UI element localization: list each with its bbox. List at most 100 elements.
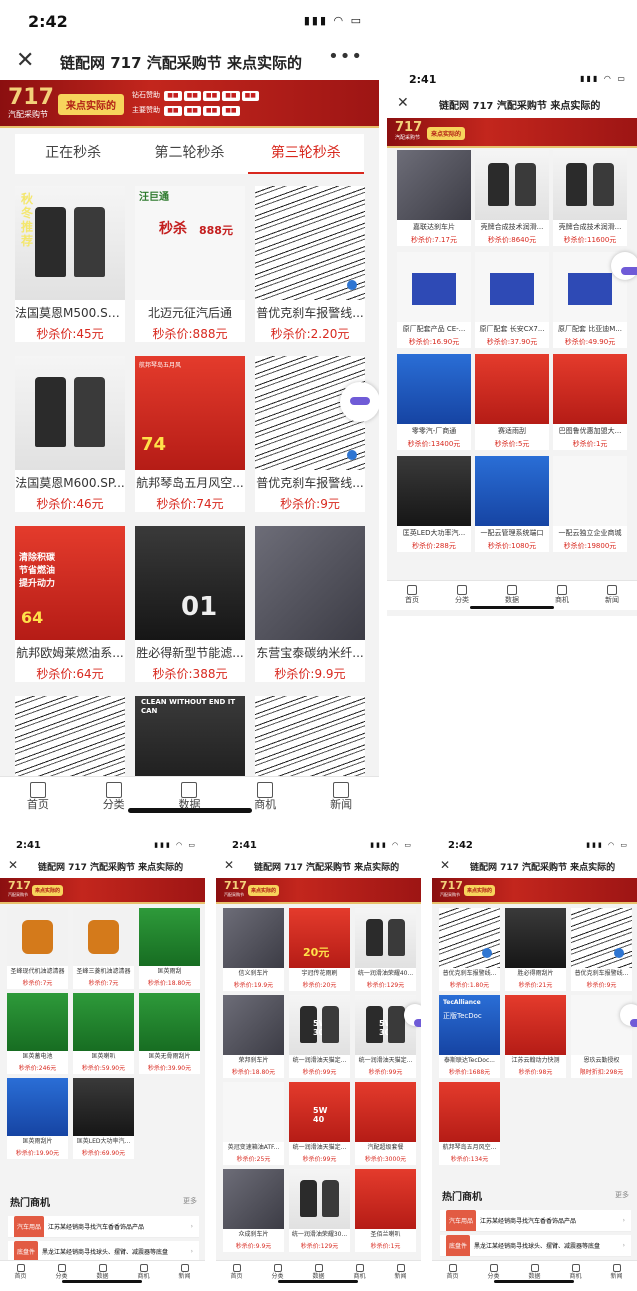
tab-third-round[interactable]: 第三轮秒杀 <box>247 134 364 174</box>
product-card[interactable]: 匡英LED大功率汽... 秒杀价:69.90元 <box>73 1078 134 1159</box>
product-card[interactable]: 壳牌合成技术润滑... 秒杀价:11600元 <box>553 150 627 246</box>
product-card[interactable]: TecAlliance 正版TecDoc 泰斯联达TecDoc... 秒杀价:1688… <box>439 995 500 1078</box>
product-card[interactable]: 航邦琴岛五月风 74 航邦琴岛五月风空... 秒杀价:74元 <box>135 356 245 512</box>
product-card[interactable]: 壳牌合成技术润滑... 秒杀价:8640元 <box>475 150 549 246</box>
close-icon[interactable]: ✕ <box>8 858 18 872</box>
product-image[interactable]: 清除积碳 节省燃油 提升动力 64 <box>15 526 125 640</box>
nav-news[interactable]: 新闻 <box>164 1261 205 1286</box>
product-card[interactable]: 统一润滑油荣耀30... 秒杀价:129元 <box>289 1169 350 1252</box>
product-card[interactable]: 法国莫恩M600.SP... 秒杀价:46元 <box>15 356 125 512</box>
nav-opportunity[interactable]: 商机 <box>227 777 303 820</box>
product-image[interactable] <box>289 1169 350 1229</box>
opportunity-item[interactable]: 底盘件 黑龙江某经销商寻找球头、摆臂、减震器等底盘 › <box>440 1235 631 1257</box>
product-image[interactable] <box>7 1078 68 1136</box>
product-card[interactable]: 20元 宇冠传花雨刷 秒杀价:20元 <box>289 908 350 991</box>
nav-news[interactable]: 新闻 <box>303 777 379 820</box>
product-image[interactable] <box>553 456 627 526</box>
product-image[interactable] <box>255 526 365 640</box>
product-card[interactable]: 东营宝泰碳纳米纤... 秒杀价:9.9元 <box>255 526 365 682</box>
opportunity-item[interactable]: 汽车用品 江苏某经销商寻找汽车香香饰品产品 › <box>440 1210 631 1232</box>
floating-service-icon[interactable] <box>404 1004 421 1027</box>
product-card[interactable]: 01 胜必得新型节能滤... 秒杀价:388元 <box>135 526 245 682</box>
product-image[interactable]: 5W 40 <box>289 1082 350 1142</box>
product-image[interactable] <box>7 993 68 1051</box>
product-image[interactable] <box>223 908 284 968</box>
product-image[interactable] <box>15 356 125 470</box>
product-image[interactable] <box>355 1169 416 1229</box>
product-card[interactable]: 匡英喇叭 秒杀价:59.90元 <box>73 993 134 1074</box>
product-image[interactable]: TecAlliance 正版TecDoc <box>439 995 500 1055</box>
product-card[interactable]: 荣邦刹车片 秒杀价:18.80元 <box>223 995 284 1078</box>
product-image[interactable] <box>553 150 627 220</box>
close-icon[interactable]: ✕ <box>397 95 409 111</box>
product-image[interactable] <box>397 456 471 526</box>
product-image[interactable] <box>7 908 68 966</box>
floating-service-icon[interactable] <box>620 1004 637 1027</box>
tab-second-round[interactable]: 第二轮秒杀 <box>131 134 247 174</box>
product-card[interactable]: 赛适雨刮 秒杀价:5元 <box>475 354 549 450</box>
product-card[interactable]: 普优克刹车报警线... 秒杀价:1.80元 <box>439 908 500 991</box>
product-image[interactable]: 秋冬推荐 <box>15 186 125 300</box>
tab-current-sale[interactable]: 正在秒杀 <box>15 134 131 174</box>
product-card[interactable]: 英冠变速箱油ATF... 秒杀价:25元 <box>223 1082 284 1165</box>
nav-home[interactable]: 首页 <box>216 1261 257 1286</box>
nav-data[interactable]: 数据 <box>152 777 228 820</box>
product-image[interactable] <box>73 1078 134 1136</box>
product-card[interactable]: 一配云独立企业商城 秒杀价:19800元 <box>553 456 627 552</box>
product-image[interactable] <box>571 908 632 968</box>
product-card[interactable]: 普优克刹车报警线... 秒杀价:9元 <box>571 908 632 991</box>
nav-home[interactable]: 首页 <box>0 1261 41 1286</box>
nav-news[interactable]: 新闻 <box>587 581 637 610</box>
nav-news[interactable]: 新闻 <box>596 1261 637 1286</box>
product-card[interactable]: 零零汽-厂商通 秒杀价:13400元 <box>397 354 471 450</box>
product-image[interactable]: 5W 30 <box>355 995 416 1055</box>
product-image[interactable] <box>223 1082 284 1142</box>
floating-service-icon[interactable] <box>340 382 379 422</box>
nav-home[interactable]: 首页 <box>0 777 76 820</box>
product-card[interactable]: 5W 40 统一润滑油天猫定... 秒杀价:99元 <box>289 1082 350 1165</box>
product-card[interactable]: 一配云管理系统端口 秒杀价:1080元 <box>475 456 549 552</box>
product-image[interactable] <box>397 150 471 220</box>
product-card[interactable]: 秋冬推荐 法国莫恩M500.SP/... 秒杀价:45元 <box>15 186 125 342</box>
product-card[interactable]: 圣峰三菱机油滤清器 秒杀价:7元 <box>73 908 134 989</box>
product-card[interactable]: 匡英无骨雨刮片 秒杀价:39.90元 <box>139 993 200 1074</box>
floating-service-icon[interactable] <box>611 252 637 280</box>
product-card[interactable]: 嘉联达刹车片 秒杀价:7.17元 <box>397 150 471 246</box>
product-image[interactable] <box>475 354 549 424</box>
product-image[interactable]: 01 <box>135 526 245 640</box>
product-card[interactable]: 航邦琴岛五月风空... 秒杀价:134元 <box>439 1082 500 1165</box>
product-image[interactable] <box>439 1082 500 1142</box>
product-image[interactable] <box>439 908 500 968</box>
product-image[interactable] <box>139 993 200 1051</box>
product-card[interactable]: 匡英蓄电池 秒杀价:246元 <box>7 993 68 1074</box>
product-image[interactable] <box>553 354 627 424</box>
close-icon[interactable]: ✕ <box>16 48 34 73</box>
product-card[interactable]: 胜必得雨刮片 秒杀价:21元 <box>505 908 566 991</box>
more-link[interactable]: 更多 <box>615 1190 629 1200</box>
product-image[interactable]: 20元 <box>289 908 350 968</box>
nav-home[interactable]: 首页 <box>432 1261 473 1286</box>
close-icon[interactable]: ✕ <box>440 858 450 872</box>
product-card[interactable]: 5W 30 统一润滑油天猫定... 秒杀价:99元 <box>289 995 350 1078</box>
product-card[interactable]: 原厂配套产品 CE-... 秒杀价:16.90元 <box>397 252 471 348</box>
nav-home[interactable]: 首页 <box>387 581 437 610</box>
product-image[interactable] <box>505 995 566 1055</box>
product-image[interactable] <box>139 908 200 966</box>
product-image[interactable] <box>223 995 284 1055</box>
product-card[interactable]: 匡英雨刮 秒杀价:18.80元 <box>139 908 200 989</box>
product-card[interactable]: 普优克刹车报警线... 秒杀价:9元 <box>255 356 365 512</box>
product-card[interactable]: 圣佰兰喇叭 秒杀价:1元 <box>355 1169 416 1252</box>
product-image[interactable] <box>73 908 134 966</box>
product-image[interactable]: 航邦琴岛五月风 74 <box>135 356 245 470</box>
product-image[interactable] <box>475 150 549 220</box>
product-image[interactable]: 5W 30 <box>289 995 350 1055</box>
product-image[interactable]: 汪巨通 秒杀 888元 <box>135 186 245 300</box>
product-card[interactable]: 匡英雨刮片 秒杀价:19.90元 <box>7 1078 68 1159</box>
product-image[interactable] <box>397 354 471 424</box>
opportunity-item[interactable]: 汽车用品 江苏某经销商寻找汽车香香饰品产品 › <box>8 1216 199 1238</box>
product-card[interactable]: 江苏云翰动力快测 秒杀价:98元 <box>505 995 566 1078</box>
product-card[interactable]: 清除积碳 节省燃油 提升动力 64 航邦欧姆莱燃油系... 秒杀价:64元 <box>15 526 125 682</box>
more-icon[interactable]: ••• <box>328 46 363 67</box>
product-image[interactable] <box>73 993 134 1051</box>
product-image[interactable] <box>571 995 632 1055</box>
